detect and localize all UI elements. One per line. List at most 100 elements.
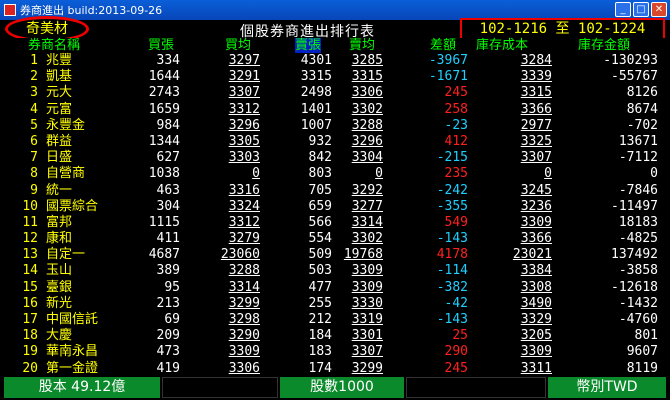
sell-lots: 932 xyxy=(308,133,332,149)
inventory-amount: 8119 xyxy=(626,360,658,376)
buy-avg: 3312 xyxy=(228,214,260,230)
inventory-cost: 3339 xyxy=(520,69,552,85)
broker-name: 兆豐 xyxy=(46,53,73,68)
broker-name: 自定一 xyxy=(46,247,86,263)
row-rank: 5 xyxy=(30,117,38,133)
table-row[interactable]: 12 康和 411 3279 554 3302 -143 3366 -4825 xyxy=(0,231,670,247)
sell-avg: 3296 xyxy=(351,133,383,149)
buy-avg: 3309 xyxy=(228,344,260,360)
sell-lots: 842 xyxy=(308,150,332,166)
capital-status: 股本 49.12億 xyxy=(4,377,160,398)
table-row[interactable]: 14 玉山 389 3288 503 3309 -114 3384 -3858 xyxy=(0,263,670,279)
buy-avg: 23060 xyxy=(220,247,260,263)
diff-value: -114 xyxy=(436,263,468,279)
title-bar[interactable]: 券商進出 build:2013-09-26 _ □ ✕ xyxy=(0,0,670,20)
currency-status: 幣別TWD xyxy=(548,377,666,398)
buy-avg: 3314 xyxy=(228,279,260,295)
buy-lots: 213 xyxy=(156,295,180,311)
table-row[interactable]: 3 元大 2743 3307 2498 3306 245 3315 8126 xyxy=(0,85,670,101)
table-row[interactable]: 4 元富 1659 3312 1401 3302 258 3366 8674 xyxy=(0,102,670,118)
buy-lots: 95 xyxy=(164,279,180,295)
table-row[interactable]: 8 自營商 1038 0 803 0 235 0 0 xyxy=(0,166,670,182)
broker-name: 富邦 xyxy=(46,214,73,230)
sell-lots: 184 xyxy=(308,328,332,344)
sell-avg: 3292 xyxy=(351,182,383,198)
table-row[interactable]: 16 新光 213 3299 255 3330 -42 3490 -1432 xyxy=(0,296,670,312)
table-row[interactable]: 15 臺銀 95 3314 477 3309 -382 3308 -12618 xyxy=(0,280,670,296)
col-diff[interactable]: 差額 xyxy=(430,38,456,53)
close-button[interactable]: ✕ xyxy=(651,2,667,17)
table-row[interactable]: 9 統一 463 3316 705 3292 -242 3245 -7846 xyxy=(0,183,670,199)
table-row[interactable]: 10 國票綜合 304 3324 659 3277 -355 3236 -11497 xyxy=(0,199,670,215)
row-rank: 17 xyxy=(22,312,38,327)
row-rank: 14 xyxy=(22,263,38,279)
diff-value: 549 xyxy=(444,214,468,230)
col-buy-lots[interactable]: 買張 xyxy=(148,38,174,53)
inventory-cost: 3205 xyxy=(520,328,552,344)
inventory-cost: 3315 xyxy=(520,85,552,101)
diff-value: -1671 xyxy=(428,69,468,85)
buy-avg: 3312 xyxy=(228,101,260,117)
sell-lots: 3315 xyxy=(300,69,332,85)
col-sell-lots[interactable]: 賣張 xyxy=(295,38,322,53)
col-amount[interactable]: 庫存金額 xyxy=(578,38,630,53)
buy-avg: 3291 xyxy=(228,69,260,85)
inventory-cost: 3245 xyxy=(520,182,552,198)
sell-avg: 3307 xyxy=(351,344,383,360)
inventory-cost: 3308 xyxy=(520,279,552,295)
sell-avg: 3304 xyxy=(351,150,383,166)
broker-name: 臺銀 xyxy=(46,279,73,295)
inventory-cost: 2977 xyxy=(520,117,552,133)
sell-avg: 3330 xyxy=(351,295,383,311)
table-row[interactable]: 5 永豐金 984 3296 1007 3288 -23 2977 -702 xyxy=(0,118,670,134)
sell-lots: 183 xyxy=(308,344,332,360)
inventory-cost: 3329 xyxy=(520,312,552,327)
table-row[interactable]: 2 凱基 1644 3291 3315 3315 -1671 3339 -55767 xyxy=(0,69,670,85)
row-rank: 18 xyxy=(22,328,38,344)
table-row[interactable]: 11 富邦 1115 3312 566 3314 549 3309 18183 xyxy=(0,215,670,231)
buy-lots: 69 xyxy=(164,312,180,327)
broker-name: 自營商 xyxy=(46,166,86,182)
minimize-button[interactable]: _ xyxy=(615,2,631,17)
sell-avg: 3309 xyxy=(351,279,383,295)
row-rank: 19 xyxy=(22,344,38,360)
inventory-amount: -3858 xyxy=(618,263,658,279)
sell-avg: 19768 xyxy=(343,247,383,263)
col-sell-avg[interactable]: 賣均 xyxy=(349,38,375,53)
table-row[interactable]: 1 兆豐 334 3297 4301 3285 -3967 3284 -130293 xyxy=(0,53,670,69)
table-row[interactable]: 6 群益 1344 3305 932 3296 412 3325 13671 xyxy=(0,134,670,150)
sell-lots: 2498 xyxy=(300,85,332,101)
unit-status: 股數1000 xyxy=(280,377,404,398)
row-rank: 10 xyxy=(22,198,38,214)
table-row[interactable]: 13 自定一 4687 23060 509 19768 4178 23021 137492 xyxy=(0,247,670,263)
table-row[interactable]: 7 日盛 627 3303 842 3304 -215 3307 -7112 xyxy=(0,150,670,166)
date-range[interactable]: 102-1216 至 102-1224 xyxy=(460,18,665,40)
sell-lots: 509 xyxy=(308,247,332,263)
row-rank: 9 xyxy=(30,182,38,198)
table-row[interactable]: 20 第一金證 419 3306 174 3299 245 3311 8119 xyxy=(0,361,670,377)
table-row[interactable]: 18 大慶 209 3290 184 3301 25 3205 801 xyxy=(0,328,670,344)
col-buy-avg[interactable]: 買均 xyxy=(225,38,251,53)
table-row[interactable]: 19 華南永昌 473 3309 183 3307 290 3309 9607 xyxy=(0,344,670,360)
broker-name: 玉山 xyxy=(46,263,73,279)
diff-value: -42 xyxy=(444,295,468,311)
row-rank: 8 xyxy=(30,166,38,182)
col-cost[interactable]: 庫存成本 xyxy=(476,38,528,53)
inventory-cost: 3307 xyxy=(520,150,552,166)
buy-lots: 209 xyxy=(156,328,180,344)
col-broker-name[interactable]: 券商名稱 xyxy=(28,38,80,53)
buy-lots: 1644 xyxy=(148,69,180,85)
buy-avg: 3290 xyxy=(228,328,260,344)
buy-lots: 627 xyxy=(156,150,180,166)
diff-value: 290 xyxy=(444,344,468,360)
maximize-button[interactable]: □ xyxy=(633,2,649,17)
inventory-cost: 3309 xyxy=(520,344,552,360)
buy-avg: 3279 xyxy=(228,231,260,247)
buy-avg: 3298 xyxy=(228,312,260,327)
sell-avg: 3301 xyxy=(351,328,383,344)
table-row[interactable]: 17 中國信託 69 3298 212 3319 -143 3329 -4760 xyxy=(0,312,670,328)
inventory-amount: 9607 xyxy=(626,344,658,360)
sell-lots: 705 xyxy=(308,182,332,198)
sell-avg: 3314 xyxy=(351,214,383,230)
inventory-amount: 13671 xyxy=(618,133,658,149)
